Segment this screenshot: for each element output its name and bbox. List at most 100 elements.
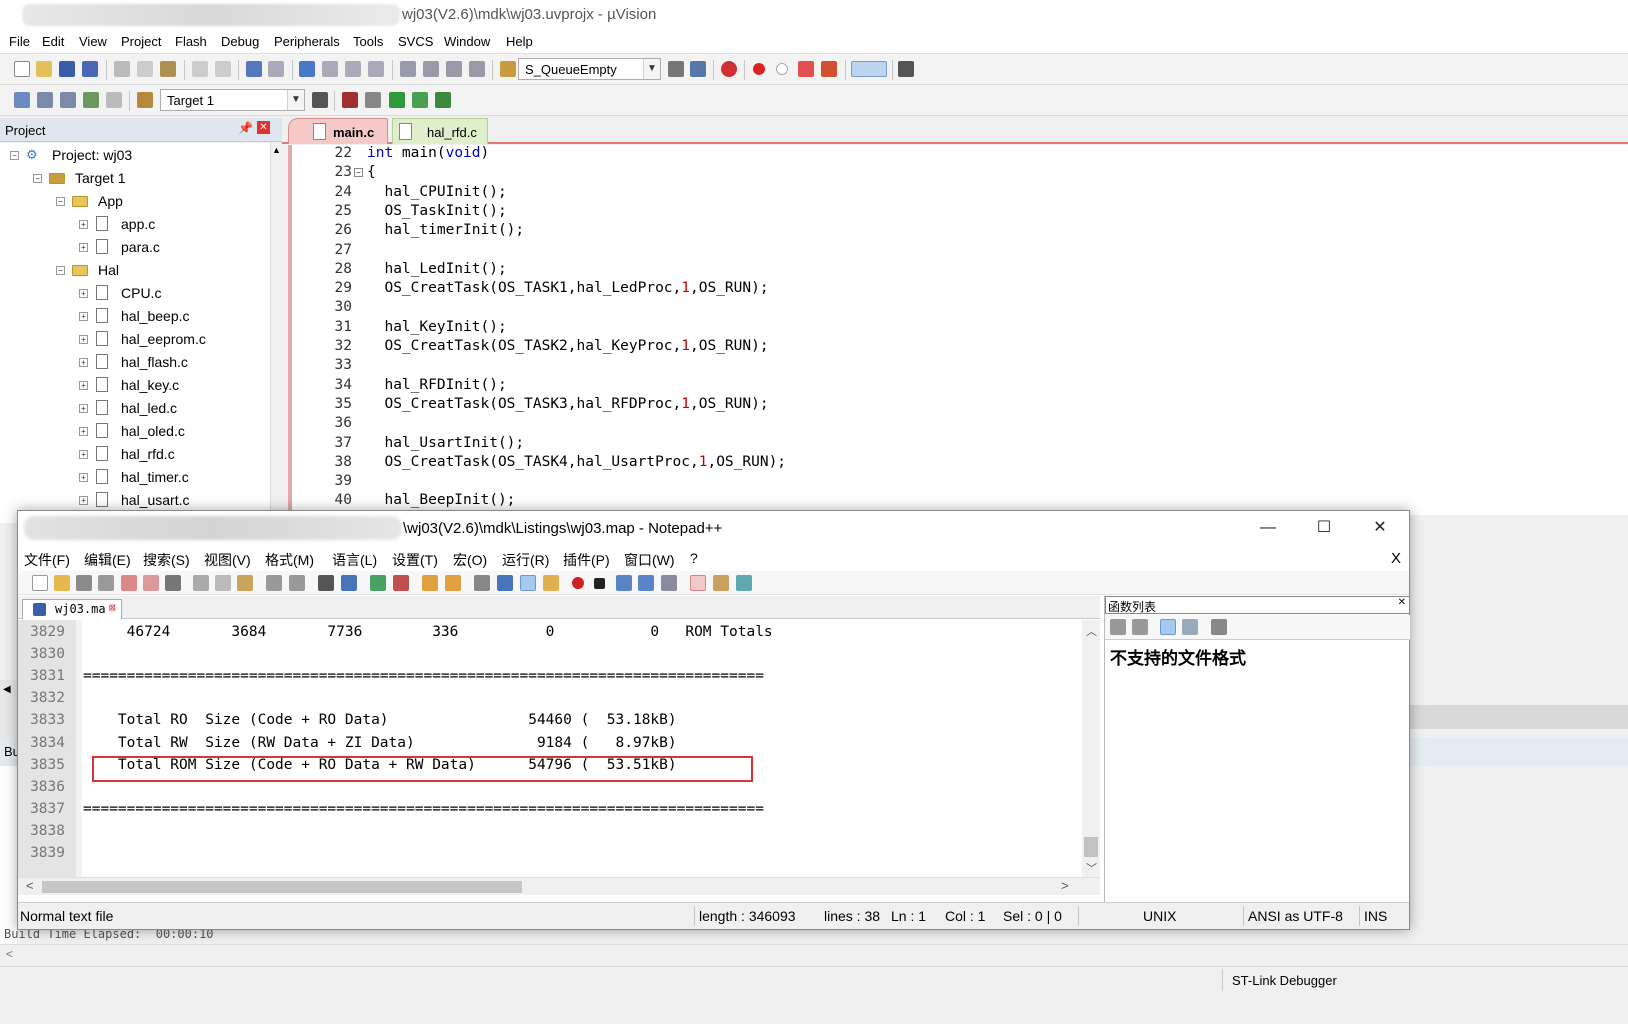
menu-svcs[interactable]: SVCS [398, 34, 433, 49]
manage-project-icon[interactable] [342, 92, 358, 108]
close-panel-icon[interactable]: ✕ [1398, 597, 1406, 608]
clear-bookmarks-icon[interactable] [368, 61, 384, 77]
view-list-icon[interactable] [1160, 619, 1176, 635]
menu-help[interactable]: ? [690, 550, 698, 566]
menu-settings[interactable]: 设置(T) [392, 550, 438, 570]
save-icon[interactable] [59, 61, 75, 77]
close-all-icon[interactable] [143, 575, 159, 591]
find-combo[interactable]: S_QueueEmpty ▼ [518, 58, 661, 80]
redo-icon[interactable] [289, 575, 305, 591]
prev-bookmark-icon[interactable] [322, 61, 338, 77]
open-folder-icon[interactable] [36, 61, 52, 77]
show-all-chars-icon[interactable] [497, 575, 513, 591]
copy-icon[interactable] [137, 61, 153, 77]
horizontal-scrollbar[interactable]: < > [18, 877, 1100, 895]
scroll-thumb[interactable] [1084, 837, 1098, 857]
comment-icon[interactable] [446, 61, 462, 77]
doc-map-icon[interactable] [543, 575, 559, 591]
window-layout-icon[interactable] [851, 61, 887, 77]
save-icon[interactable] [76, 575, 92, 591]
tree-file[interactable]: + hal_beep.c [79, 308, 259, 328]
sort-alpha-icon[interactable] [1182, 619, 1198, 635]
tree-target[interactable]: − Target 1 [33, 170, 253, 190]
menu-flash[interactable]: Flash [175, 34, 207, 49]
bookmark-icon[interactable] [299, 61, 315, 77]
tree-file[interactable]: + hal_key.c [79, 377, 259, 397]
menu-help[interactable]: Help [506, 34, 533, 49]
save-macro-icon[interactable] [661, 575, 677, 591]
find-icon[interactable] [668, 61, 684, 77]
stop-macro-icon[interactable] [594, 578, 605, 589]
chevron-down-icon[interactable]: ▼ [287, 90, 304, 110]
disable-breakpoint-icon[interactable] [776, 63, 788, 75]
unindent-icon[interactable] [423, 61, 439, 77]
reload-icon[interactable] [1132, 619, 1148, 635]
incremental-find-icon[interactable] [690, 61, 706, 77]
rebuild-icon[interactable] [60, 92, 76, 108]
expand-icon[interactable]: + [79, 289, 88, 298]
nav-forward-icon[interactable] [268, 61, 284, 77]
debug-start-icon[interactable] [721, 61, 737, 77]
nav-back-icon[interactable] [246, 61, 262, 77]
tab-main-c[interactable]: main.c [288, 118, 388, 144]
disable-all-breakpoints-icon[interactable] [798, 61, 814, 77]
tree-file[interactable]: + hal_usart.c [79, 492, 259, 512]
replace-icon[interactable] [341, 575, 357, 591]
menu-window[interactable]: Window [444, 34, 490, 49]
tree-group-app[interactable]: − App [56, 193, 256, 213]
menu-edit[interactable]: 编辑(E) [84, 550, 131, 570]
menu-view[interactable]: 视图(V) [204, 550, 251, 570]
tree-root[interactable]: − ⚙ Project: wj03 [10, 147, 260, 167]
menu-peripherals[interactable]: Peripherals [274, 34, 340, 49]
close-tab-icon[interactable]: ⊠ [109, 601, 116, 614]
expand-icon[interactable]: + [79, 243, 88, 252]
play-macro-icon[interactable] [616, 575, 632, 591]
tree-file[interactable]: + hal_eeprom.c [79, 331, 259, 351]
sort-icon[interactable] [1110, 619, 1126, 635]
expand-icon[interactable]: + [79, 358, 88, 367]
tree-file[interactable]: + hal_flash.c [79, 354, 259, 374]
tree-group-hal[interactable]: − Hal [56, 262, 256, 282]
sync-horizontal-icon[interactable] [445, 575, 461, 591]
menu-tools[interactable]: Tools [353, 34, 383, 49]
tab-wj03-map[interactable]: wj03.ma ⊠ [22, 599, 122, 619]
configure-icon[interactable] [898, 61, 914, 77]
undo-icon[interactable] [192, 61, 208, 77]
scroll-left-icon[interactable]: < [26, 878, 34, 893]
expand-icon[interactable]: + [79, 312, 88, 321]
menu-window[interactable]: 窗口(W) [624, 550, 675, 570]
tree-file[interactable]: + para.c [79, 239, 259, 259]
collapse-icon[interactable]: − [56, 266, 65, 275]
word-wrap-icon[interactable] [474, 575, 490, 591]
scroll-down-icon[interactable]: ﹀ [1086, 860, 1097, 876]
collapse-icon[interactable]: − [33, 174, 42, 183]
close-pane-icon[interactable]: ✕ [257, 121, 270, 134]
save-all-icon[interactable] [82, 61, 98, 77]
tree-file[interactable]: + hal_led.c [79, 400, 259, 420]
target-combo[interactable]: Target 1 ▼ [160, 89, 305, 111]
menu-language[interactable]: 语言(L) [332, 550, 377, 570]
redo-icon[interactable] [215, 61, 231, 77]
expand-icon[interactable]: + [79, 220, 88, 229]
function-list-icon[interactable] [736, 575, 752, 591]
scroll-up-icon[interactable]: ︿ [1086, 623, 1097, 639]
tree-file[interactable]: + hal_oled.c [79, 423, 259, 443]
indent-guide-icon[interactable] [520, 575, 536, 591]
expand-icon[interactable]: + [79, 496, 88, 505]
pin-icon[interactable]: 📌 [238, 121, 253, 135]
close-document-button[interactable]: X [1391, 550, 1401, 567]
tab-hal-rfd-c[interactable]: hal_rfd.c [392, 118, 488, 144]
sync-vertical-icon[interactable] [422, 575, 438, 591]
new-file-icon[interactable] [32, 575, 48, 591]
tree-file[interactable]: + hal_rfd.c [79, 446, 259, 466]
close-file-icon[interactable] [121, 575, 137, 591]
scroll-right-icon[interactable]: > [1061, 878, 1069, 893]
menu-run[interactable]: 运行(R) [502, 550, 549, 570]
close-button[interactable]: ✕ [1352, 511, 1408, 546]
cut-icon[interactable] [193, 575, 209, 591]
cut-icon[interactable] [114, 61, 130, 77]
kill-all-breakpoints-icon[interactable] [821, 61, 837, 77]
menu-view[interactable]: View [79, 34, 107, 49]
run-time-env-icon[interactable] [435, 92, 451, 108]
find-in-files-icon[interactable] [500, 61, 516, 77]
